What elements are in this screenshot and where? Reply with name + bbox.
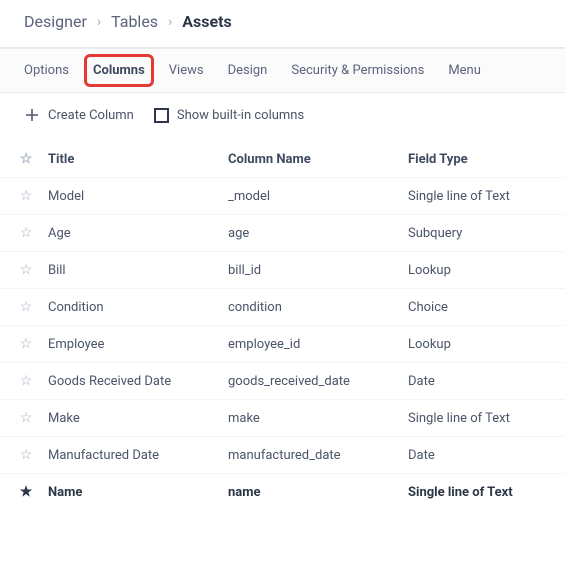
col-header-column-name[interactable]: Column Name (228, 152, 408, 167)
star-filled-icon[interactable]: ★ (4, 484, 48, 500)
cell-column-name: condition (228, 300, 408, 315)
star-outline-icon[interactable]: ☆ (4, 410, 48, 426)
star-outline-icon[interactable]: ☆ (4, 225, 48, 241)
star-outline-icon[interactable]: ☆ (4, 299, 48, 315)
tabs-bar: Options Columns Views Design Security & Perm… (0, 49, 565, 92)
tab-options[interactable]: Options (24, 63, 69, 78)
cell-column-name: employee_id (228, 337, 408, 352)
cell-field-type: Single line of Text (408, 189, 565, 204)
columns-table: ☆ Title Column Name Field Type ☆Model_mo… (0, 141, 565, 510)
tab-security-permissions[interactable]: Security & Permissions (291, 63, 424, 78)
table-row[interactable]: ☆Employeeemployee_idLookup (0, 325, 565, 362)
table-row[interactable]: ☆Goods Received Dategoods_received_dateD… (0, 362, 565, 399)
cell-column-name: manufactured_date (228, 448, 408, 463)
cell-column-name: bill_id (228, 263, 408, 278)
plus-icon (24, 107, 40, 123)
cell-title: Name (48, 485, 228, 500)
cell-title: Condition (48, 300, 228, 315)
cell-field-type: Date (408, 448, 565, 463)
cell-field-type: Subquery (408, 226, 565, 241)
cell-field-type: Lookup (408, 337, 565, 352)
cell-title: Model (48, 189, 228, 204)
chevron-right-icon: › (97, 14, 101, 30)
table-row[interactable]: ★NamenameSingle line of Text (0, 473, 565, 510)
create-column-button[interactable]: Create Column (24, 107, 134, 123)
cell-title: Make (48, 411, 228, 426)
star-outline-icon[interactable]: ☆ (4, 262, 48, 278)
show-builtin-toggle[interactable]: Show built-in columns (154, 108, 304, 123)
col-header-title[interactable]: Title (48, 152, 228, 167)
breadcrumb-item-tables[interactable]: Tables (111, 12, 158, 31)
breadcrumb: Designer › Tables › Assets (0, 0, 565, 48)
table-row[interactable]: ☆Model_modelSingle line of Text (0, 177, 565, 214)
cell-title: Goods Received Date (48, 374, 228, 389)
cell-title: Bill (48, 263, 228, 278)
cell-field-type: Single line of Text (408, 485, 565, 500)
cell-title: Manufactured Date (48, 448, 228, 463)
cell-field-type: Lookup (408, 263, 565, 278)
table-row[interactable]: ☆Billbill_idLookup (0, 251, 565, 288)
table-row[interactable]: ☆Manufactured Datemanufactured_dateDate (0, 436, 565, 473)
breadcrumb-item-current: Assets (182, 12, 231, 31)
breadcrumb-item-designer[interactable]: Designer (24, 12, 87, 31)
star-icon[interactable]: ☆ (4, 151, 48, 167)
cell-field-type: Choice (408, 300, 565, 315)
table-row[interactable]: ☆MakemakeSingle line of Text (0, 399, 565, 436)
create-column-label: Create Column (48, 108, 134, 123)
star-outline-icon[interactable]: ☆ (4, 373, 48, 389)
cell-column-name: goods_received_date (228, 374, 408, 389)
tab-menu[interactable]: Menu (448, 63, 481, 78)
chevron-right-icon: › (168, 14, 172, 30)
table-row[interactable]: ☆AgeageSubquery (0, 214, 565, 251)
cell-column-name: make (228, 411, 408, 426)
cell-column-name: _model (228, 189, 408, 204)
star-outline-icon[interactable]: ☆ (4, 188, 48, 204)
show-builtin-label: Show built-in columns (177, 108, 304, 123)
cell-title: Employee (48, 337, 228, 352)
tab-design[interactable]: Design (228, 63, 268, 78)
table-header-row: ☆ Title Column Name Field Type (0, 141, 565, 177)
table-row[interactable]: ☆ConditionconditionChoice (0, 288, 565, 325)
tab-views[interactable]: Views (169, 63, 204, 78)
cell-column-name: name (228, 485, 408, 500)
star-outline-icon[interactable]: ☆ (4, 447, 48, 463)
star-outline-icon[interactable]: ☆ (4, 336, 48, 352)
tab-columns[interactable]: Columns (93, 63, 145, 78)
toolbar: Create Column Show built-in columns (0, 93, 565, 141)
cell-title: Age (48, 226, 228, 241)
cell-field-type: Single line of Text (408, 411, 565, 426)
col-header-field-type[interactable]: Field Type (408, 152, 565, 167)
cell-column-name: age (228, 226, 408, 241)
cell-field-type: Date (408, 374, 565, 389)
checkbox-icon (154, 108, 169, 123)
